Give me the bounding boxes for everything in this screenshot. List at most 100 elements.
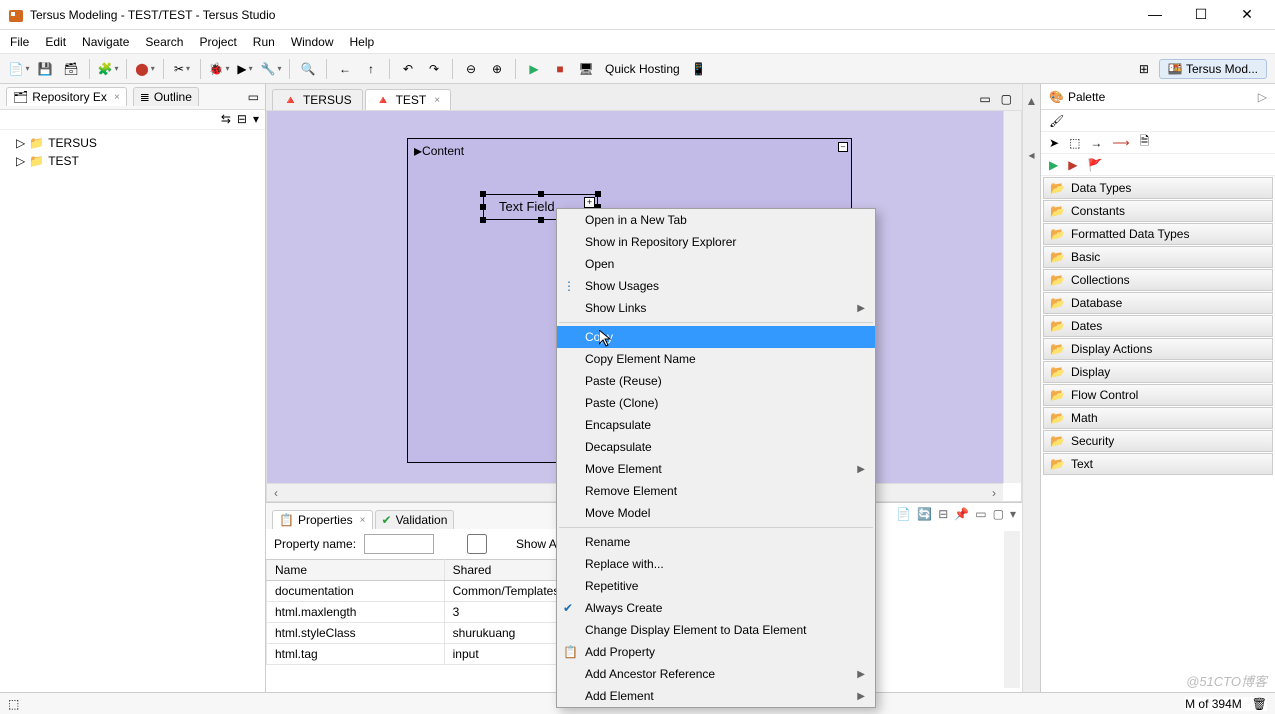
play-flag-icon[interactable]: 🚩 [1087, 158, 1102, 172]
run-last-icon[interactable]: ⬤ [134, 58, 156, 80]
editor-tab[interactable]: 🔺 TEST × [365, 89, 451, 110]
menu-item-open-new-tab[interactable]: Open in a New Tab [557, 209, 875, 231]
saveall-icon[interactable]: 🗃 [60, 58, 82, 80]
tree-node[interactable]: ▷ 📁 TEST [8, 152, 257, 170]
link-icon[interactable]: ⇆ [221, 112, 231, 127]
menu-item-remove-element[interactable]: Remove Element [557, 480, 875, 502]
close-icon[interactable]: × [114, 92, 120, 103]
play-red-icon[interactable]: ▶ [1068, 158, 1077, 172]
palette-drawer[interactable]: 📂Database [1043, 292, 1273, 314]
redo-icon[interactable]: ↷ [423, 58, 445, 80]
menu-item-rename[interactable]: Rename [557, 531, 875, 553]
palette-drawer[interactable]: 📂Dates [1043, 315, 1273, 337]
scissors-icon[interactable]: ✂ [171, 58, 193, 80]
menu-item-show-usages[interactable]: ⋮Show Usages [557, 275, 875, 297]
marquee-icon[interactable]: ⬚ [1069, 136, 1080, 150]
menu-item-move-model[interactable]: Move Model [557, 502, 875, 524]
expand-icon[interactable]: ▷ [16, 136, 25, 150]
menu-file[interactable]: File [10, 35, 29, 49]
col-name[interactable]: Name [267, 560, 445, 581]
scroll-left-icon[interactable]: ‹ [267, 486, 285, 500]
menu-item-add-element[interactable]: Add Element▶ [557, 685, 875, 707]
minimize-editor-icon[interactable]: ▭ [975, 88, 994, 110]
menu-window[interactable]: Window [291, 35, 334, 49]
maximize-button[interactable]: ☐ [1187, 6, 1215, 23]
collapse-icon[interactable]: ⊟ [938, 507, 948, 521]
palette-drawer[interactable]: 📂Security [1043, 430, 1273, 452]
external-icon[interactable]: 🔧 [260, 58, 282, 80]
scroll-right-icon[interactable]: › [985, 486, 1003, 500]
menu-help[interactable]: Help [350, 35, 375, 49]
menu-item-replace[interactable]: Replace with... [557, 553, 875, 575]
zoomout-icon[interactable]: ⊖ [460, 58, 482, 80]
play-green-icon[interactable]: ▶ [1049, 158, 1058, 172]
menu-item-add-property[interactable]: 📋Add Property [557, 641, 875, 663]
zoomin-icon[interactable]: ⊕ [486, 58, 508, 80]
resize-handle[interactable] [480, 204, 486, 210]
open-perspective-icon[interactable]: ⊞ [1133, 58, 1155, 80]
menu-icon[interactable]: ▾ [1010, 507, 1016, 521]
menu-project[interactable]: Project [199, 35, 236, 49]
menu-run[interactable]: Run [253, 35, 275, 49]
editor-tab[interactable]: 🔺 TERSUS [272, 89, 363, 110]
menu-item-paste-clone[interactable]: Paste (Clone) [557, 392, 875, 414]
resize-handle[interactable] [538, 191, 544, 197]
palette-drawer[interactable]: 📂Constants [1043, 200, 1273, 222]
expand-icon[interactable]: ▷ [16, 154, 25, 168]
vertical-scrollbar[interactable] [1003, 111, 1021, 483]
nav-back-icon[interactable]: ← [334, 58, 356, 80]
menu-item-paste-reuse[interactable]: Paste (Reuse) [557, 370, 875, 392]
showall-check-input[interactable] [442, 534, 512, 554]
repository-tab[interactable]: 🗂 Repository Ex × [6, 87, 127, 106]
gc-icon[interactable]: 🗑 [1252, 697, 1267, 711]
palette-drawer[interactable]: 📂Display Actions [1043, 338, 1273, 360]
collapse-icon[interactable]: ⊟ [237, 112, 247, 127]
showall-checkbox[interactable]: Show All [442, 534, 562, 554]
refresh-icon[interactable]: 🔄 [917, 507, 932, 521]
arrow-icon[interactable]: → [1090, 136, 1102, 150]
save-icon[interactable]: 💾 [34, 58, 56, 80]
add-icon[interactable]: + [584, 197, 595, 208]
outline-tab[interactable]: ≣ Outline [133, 87, 199, 106]
menu-item-decapsulate[interactable]: Decapsulate [557, 436, 875, 458]
undo-icon[interactable]: ↶ [397, 58, 419, 80]
menu-item-change-display[interactable]: Change Display Element to Data Element [557, 619, 875, 641]
palette-drawer[interactable]: 📂Text [1043, 453, 1273, 475]
menu-item-add-ancestor[interactable]: Add Ancestor Reference▶ [557, 663, 875, 685]
resize-handle[interactable] [480, 217, 486, 223]
resize-handle[interactable] [480, 191, 486, 197]
status-icon[interactable]: ⬚ [8, 697, 19, 711]
dotarrow-icon[interactable]: ⟶ [1112, 136, 1129, 150]
debug-icon[interactable]: 🐞 [208, 58, 230, 80]
validation-tab[interactable]: ✔ Validation [375, 510, 455, 529]
nav-up-icon[interactable]: ▲ [1026, 94, 1038, 108]
menu-item-repetitive[interactable]: Repetitive [557, 575, 875, 597]
play-icon[interactable]: ▶ [523, 58, 545, 80]
menu-item-copy[interactable]: Copy [557, 326, 875, 348]
perspective-button[interactable]: 🍱 Tersus Mod... [1159, 59, 1267, 79]
minimize-view-icon[interactable]: ▭ [248, 90, 259, 104]
new-prop-icon[interactable]: 📄 [896, 507, 911, 521]
brush-icon[interactable]: 🖌 [1049, 114, 1064, 128]
properties-tab[interactable]: 📋 Properties × [272, 510, 373, 529]
tree-node[interactable]: ▷ 📁 TERSUS [8, 134, 257, 152]
menu-item-move-element[interactable]: Move Element▶ [557, 458, 875, 480]
minimize-icon[interactable]: ▭ [975, 507, 986, 521]
menu-search[interactable]: Search [145, 35, 183, 49]
menu-navigate[interactable]: Navigate [82, 35, 129, 49]
run-icon[interactable]: ▶ [234, 58, 256, 80]
stop-icon[interactable]: ■ [549, 58, 571, 80]
menu-item-show-links[interactable]: Show Links▶ [557, 297, 875, 319]
resize-handle[interactable] [595, 191, 601, 197]
expand-box-icon[interactable]: – [838, 142, 848, 152]
resize-handle[interactable] [538, 217, 544, 223]
server-icon[interactable]: 🖥 [575, 58, 597, 80]
close-icon[interactable]: × [360, 515, 366, 526]
new-dropdown-icon[interactable]: 📄 [8, 58, 30, 80]
palette-drawer[interactable]: 📂Collections [1043, 269, 1273, 291]
quick-hosting-label[interactable]: Quick Hosting [601, 62, 684, 76]
nav-up-icon[interactable]: ↑ [360, 58, 382, 80]
maximize-editor-icon[interactable]: ▢ [997, 88, 1016, 110]
property-name-input[interactable] [364, 534, 434, 554]
pin-icon[interactable]: 📌 [954, 507, 969, 521]
